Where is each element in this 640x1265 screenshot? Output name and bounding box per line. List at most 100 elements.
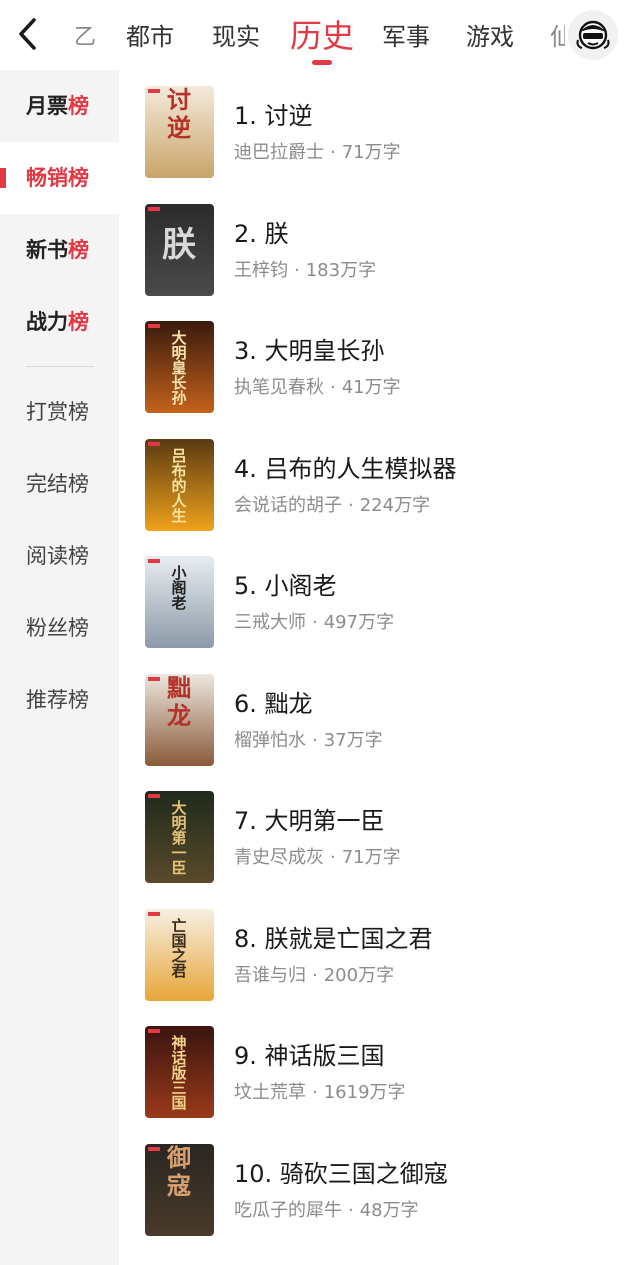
book-word-count: 497万字 bbox=[323, 612, 395, 633]
book-cover[interactable]: 黜龙 bbox=[145, 673, 214, 766]
sidebar-item-recommend[interactable]: 推荐榜 bbox=[0, 664, 119, 736]
user-avatar[interactable] bbox=[568, 10, 618, 60]
book-cover[interactable]: 大明第一臣 bbox=[145, 791, 214, 883]
tab-urban[interactable]: 都市 bbox=[126, 17, 174, 52]
book-meta: 会说话的胡子 · 224万字 bbox=[234, 491, 430, 517]
book-word-count: 1619万字 bbox=[323, 1082, 406, 1103]
svg-text:孙: 孙 bbox=[171, 389, 186, 407]
svg-text:龙: 龙 bbox=[167, 701, 191, 730]
book-meta: 青史尽成灰 · 71万字 bbox=[234, 843, 401, 869]
book-title[interactable]: 1. 讨逆 bbox=[234, 96, 313, 131]
book-title[interactable]: 5. 小阁老 bbox=[234, 566, 337, 601]
book-word-count: 48万字 bbox=[359, 1199, 419, 1221]
book-cover[interactable]: 大明皇长孙 bbox=[145, 321, 214, 413]
tab-games[interactable]: 游戏 bbox=[466, 17, 514, 52]
sidebar-item-fans[interactable]: 粉丝榜 bbox=[0, 592, 119, 664]
separator-dot: · bbox=[348, 1199, 354, 1221]
separator-dot: · bbox=[348, 494, 354, 516]
book-list-item[interactable]: 黜龙 6. 黜龙榴弹怕水 · 37万字 bbox=[119, 658, 640, 768]
separator-dot: · bbox=[294, 259, 300, 281]
book-cover[interactable]: 亡国之君 bbox=[145, 908, 214, 1001]
book-cover[interactable]: 小阁老 bbox=[145, 556, 214, 648]
book-cover-art: 御寇 bbox=[145, 1143, 214, 1236]
book-list-item[interactable]: 亡国之君 8. 朕就是亡国之君吾谁与归 · 200万字 bbox=[119, 893, 640, 1003]
book-title[interactable]: 6. 黜龙 bbox=[234, 684, 313, 719]
sidebar-item-tips[interactable]: 打赏榜 bbox=[0, 376, 119, 448]
book-cover[interactable]: 神话版三国 bbox=[145, 1026, 214, 1118]
sidebar-item-monthly-ticket[interactable]: 月票榜 bbox=[0, 70, 119, 142]
book-author: 吾谁与归 bbox=[234, 964, 306, 986]
book-list-item[interactable]: 神话版三国 9. 神话版三国 坟土荒草 · 1619万字 bbox=[119, 1010, 640, 1120]
sidebar-item-reading[interactable]: 阅读榜 bbox=[0, 520, 119, 592]
book-cover[interactable]: 讨逆 bbox=[145, 86, 214, 178]
sidebar-item-label-end: 榜 bbox=[68, 238, 89, 262]
book-meta: 迪巴拉爵士 · 71万字 bbox=[234, 138, 401, 164]
svg-text:老: 老 bbox=[170, 594, 186, 612]
book-author: 榴弹怕水 bbox=[234, 729, 306, 751]
book-meta: 执笔见春秋 · 41万字 bbox=[234, 373, 401, 399]
book-ranking-list: 讨逆 1. 讨逆 迪巴拉爵士 · 71万字朕 2. 朕王梓钧 · 183万字大明皇长孙 3. 大… bbox=[119, 70, 640, 1265]
sidebar-item-label-end: 榜 bbox=[68, 166, 89, 190]
sidebar-item-bestseller[interactable]: 畅销榜 bbox=[0, 142, 119, 214]
back-button[interactable] bbox=[12, 14, 46, 54]
book-word-count: 37万字 bbox=[323, 729, 383, 751]
tab-reality[interactable]: 现实 bbox=[212, 17, 260, 52]
book-cover[interactable]: 朕 bbox=[145, 203, 214, 296]
active-indicator bbox=[0, 168, 6, 188]
book-word-count: 200万字 bbox=[323, 964, 395, 986]
book-cover-art: 神话版三国 bbox=[145, 1026, 214, 1118]
svg-text:逆: 逆 bbox=[167, 113, 191, 142]
separator-dot: · bbox=[312, 964, 318, 986]
separator-dot: · bbox=[312, 612, 318, 633]
book-list-item[interactable]: 小阁老 5. 小阁老三戒大师 · 497万字 bbox=[119, 540, 640, 650]
separator-dot: · bbox=[330, 142, 336, 163]
book-list-item[interactable]: 大明皇长孙 3. 大明皇长孙执笔见春秋 · 41万字 bbox=[119, 305, 640, 415]
svg-text:黜: 黜 bbox=[167, 674, 191, 702]
tab-military[interactable]: 军事 bbox=[382, 17, 430, 52]
sidebar-item-label: 新书 bbox=[26, 238, 68, 262]
book-author: 会说话的胡子 bbox=[234, 494, 342, 516]
book-word-count: 71万字 bbox=[341, 847, 401, 868]
book-list-item[interactable]: 讨逆 1. 讨逆迪巴拉爵士 · 71万字 bbox=[119, 70, 640, 180]
book-meta: 三戒大师 · 497万字 bbox=[234, 608, 394, 634]
sidebar-item-new-books[interactable]: 新书榜 bbox=[0, 214, 119, 286]
tab-partial-left[interactable]: 乙 bbox=[74, 19, 96, 51]
active-tab-indicator bbox=[312, 60, 332, 65]
separator-dot: · bbox=[330, 377, 336, 398]
book-title[interactable]: 2. 朕 bbox=[234, 214, 289, 249]
svg-text:朕: 朕 bbox=[162, 225, 197, 265]
book-cover-art: 讨逆 bbox=[145, 86, 214, 178]
mascot-avatar-icon bbox=[576, 20, 610, 50]
chevron-left-icon bbox=[19, 18, 36, 50]
book-cover[interactable]: 御寇 bbox=[145, 1143, 214, 1236]
separator-dot: · bbox=[330, 847, 336, 868]
svg-text:君: 君 bbox=[171, 962, 186, 980]
book-list-item[interactable]: 朕 2. 朕王梓钧 · 183万字 bbox=[119, 188, 640, 298]
ranking-sidebar: 月票榜 畅销榜 新书榜 战力榜 打赏榜 完结榜 阅读榜 粉丝榜 推荐榜 bbox=[0, 70, 119, 1265]
book-list-item[interactable]: 大明第一臣 7. 大明第一臣青史尽成灰 · 71万字 bbox=[119, 775, 640, 885]
separator-dot: · bbox=[312, 729, 318, 751]
book-word-count: 41万字 bbox=[341, 377, 401, 398]
svg-text:御: 御 bbox=[166, 1144, 191, 1172]
book-list-item[interactable]: 御寇 10. 骑砍三国之御寇 吃瓜子的犀牛 · 48万字 bbox=[119, 1128, 640, 1238]
sidebar-item-completed[interactable]: 完结榜 bbox=[0, 448, 119, 520]
book-author: 三戒大师 bbox=[234, 612, 306, 633]
top-bar: 乙 都市 现实 历史 军事 游戏 仙 bbox=[0, 0, 640, 70]
book-cover-art: 吕布的人生 bbox=[145, 438, 214, 531]
book-title[interactable]: 7. 大明第一臣 bbox=[234, 801, 385, 836]
book-word-count: 183万字 bbox=[305, 259, 377, 281]
book-title[interactable]: 10. 骑砍三国之御寇 bbox=[234, 1154, 448, 1189]
sidebar-item-label: 战力 bbox=[26, 310, 68, 334]
book-title[interactable]: 9. 神话版三国 bbox=[234, 1036, 385, 1071]
book-list-item[interactable]: 吕布的人生 4. 吕布的人生模拟器 会说话的胡子 · 224万字 bbox=[119, 423, 640, 533]
book-title[interactable]: 8. 朕就是亡国之君 bbox=[234, 919, 433, 954]
sidebar-item-power[interactable]: 战力榜 bbox=[0, 286, 119, 358]
book-author: 执笔见春秋 bbox=[234, 377, 324, 398]
tab-history[interactable]: 历史 bbox=[290, 11, 354, 57]
book-cover-art: 亡国之君 bbox=[145, 908, 214, 1001]
book-title[interactable]: 4. 吕布的人生模拟器 bbox=[234, 449, 457, 484]
book-title[interactable]: 3. 大明皇长孙 bbox=[234, 331, 385, 366]
book-cover[interactable]: 吕布的人生 bbox=[145, 438, 214, 531]
tab-partial-right[interactable]: 仙 bbox=[550, 17, 565, 52]
book-cover-art: 大明皇长孙 bbox=[145, 321, 214, 413]
